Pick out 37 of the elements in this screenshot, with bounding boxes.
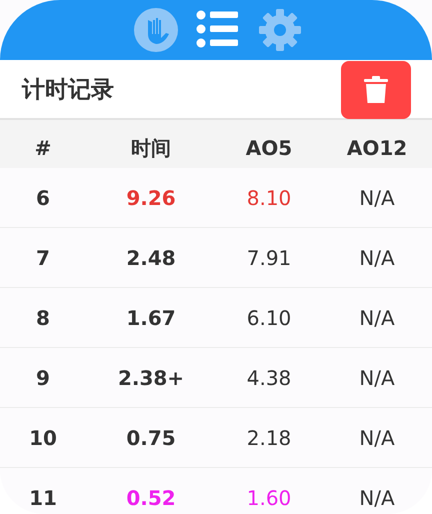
table-cell-text: 9.26 — [125, 186, 177, 210]
table-cell-text: 0.75 — [125, 426, 177, 450]
table-cell-text: N/A — [358, 246, 396, 270]
table-cell-text: 7 — [35, 246, 51, 270]
trash-icon — [364, 76, 388, 104]
table-cell-text: 7.91 — [246, 246, 292, 270]
delete-button[interactable] — [341, 61, 411, 119]
hand-icon — [134, 8, 178, 52]
table-cell-text: N/A — [358, 366, 396, 390]
page-title: 计时记录 — [22, 76, 114, 104]
table-cell-text: 2.38+ — [116, 366, 186, 390]
table-cell-text: 8.10 — [246, 186, 292, 210]
table-cell-text: N/A — [358, 306, 396, 330]
table-cell-text: 10 — [28, 426, 58, 450]
table-cell-text: 6 — [35, 186, 51, 210]
table-cell-text: N/A — [358, 186, 396, 210]
table-cell-text: 11 — [28, 486, 58, 510]
column-header: 时间 — [130, 134, 172, 162]
list-icon — [196, 10, 240, 50]
settings-tab[interactable] — [258, 8, 302, 52]
table-cell-text: 1.67 — [125, 306, 177, 330]
table-cell-text: 2.48 — [125, 246, 177, 270]
table-cell-text: 0.52 — [125, 486, 177, 510]
list-tab[interactable] — [196, 10, 240, 50]
hand-tab[interactable] — [134, 8, 178, 52]
table-cell-text: 9 — [35, 366, 51, 390]
column-header: AO12 — [346, 135, 408, 160]
table-cell-text: 1.60 — [246, 486, 292, 510]
table-cell-text: 2.18 — [246, 426, 292, 450]
table-cell-text: N/A — [358, 426, 396, 450]
table-cell-text: 6.10 — [246, 306, 292, 330]
table-cell-text: 8 — [35, 306, 51, 330]
table-cell-text: 4.38 — [246, 366, 292, 390]
column-header: AO5 — [244, 135, 294, 160]
column-header: # — [34, 135, 52, 160]
table-cell-text: N/A — [358, 486, 396, 510]
settings-icon — [258, 8, 302, 52]
